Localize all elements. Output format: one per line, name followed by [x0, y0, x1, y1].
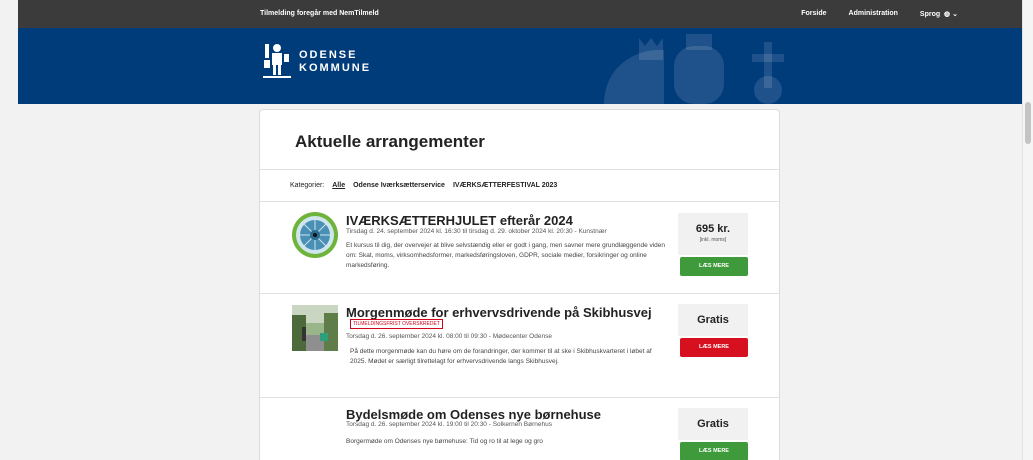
login-notice: Tilmelding foregår med NemTilmeld — [260, 10, 379, 17]
divider — [260, 397, 779, 398]
event-date: Torsdag d. 26. september 2024 kl. 08:00 … — [346, 333, 552, 340]
event-wheel-image — [292, 212, 338, 258]
nav-link-forside[interactable]: Forside — [801, 10, 826, 18]
crest-watermark-icon — [604, 34, 784, 104]
event-date: Tirsdag d. 24. september 2024 kl. 16:30 … — [346, 228, 607, 235]
categories-label: Kategorier: — [290, 182, 325, 189]
read-more-button[interactable]: LÆS MERE — [680, 338, 748, 357]
globe-icon: ◍ — [942, 11, 951, 18]
logo-text-line1: ODENSE — [299, 49, 358, 61]
event-price: Gratis — [697, 418, 729, 430]
divider — [260, 293, 779, 294]
language-selector[interactable]: Sprog ◍ ⌄ — [920, 10, 958, 18]
nav-link-administration[interactable]: Administration — [849, 10, 898, 18]
event-title[interactable]: Bydelsmøde om Odenses nye børnehuse — [346, 408, 601, 421]
divider — [260, 201, 779, 202]
category-all[interactable]: Alle — [332, 182, 345, 189]
event-title[interactable]: Morgenmøde for erhvervsdrivende på Skibh… — [346, 306, 666, 332]
event-description: Et kursus til dig, der overvejer at bliv… — [346, 242, 666, 269]
header-banner: ODENSE KOMMUNE — [18, 28, 1022, 104]
price-box: Gratis — [678, 304, 748, 336]
event-title-text: Morgenmøde for erhvervsdrivende på Skibh… — [346, 305, 652, 320]
event-description: På dette morgenmøde kan du høre om de fo… — [350, 348, 652, 365]
divider — [260, 169, 779, 170]
deadline-exceeded-badge: TILMELDINGSFRIST OVERSKREDET — [350, 319, 443, 329]
logo-text-line2: KOMMUNE — [299, 62, 372, 74]
price-box: 695 kr. [inkl. moms] — [678, 213, 748, 255]
category-odense-ivaerksaetterservice[interactable]: Odense Iværksætterservice — [353, 182, 445, 189]
scrollbar-thumb[interactable] — [1025, 102, 1031, 144]
coat-of-arms-icon — [263, 44, 291, 78]
language-label: Sprog — [919, 11, 941, 18]
page-title: Aktuelle arrangementer — [295, 132, 485, 151]
category-ivaerksaetterfestival-2023[interactable]: IVÆRKSÆTTERFESTIVAL 2023 — [453, 182, 557, 189]
category-filter: Kategorier: Alle Odense Iværksætterservi… — [290, 182, 565, 189]
read-more-button[interactable]: LÆS MERE — [680, 257, 748, 276]
event-description: Borgermøde om Odenses nye børnehuse: Tid… — [346, 438, 543, 445]
events-panel: Aktuelle arrangementer Kategorier: Alle … — [259, 109, 780, 460]
top-bar: Tilmelding foregår med NemTilmeld Forsid… — [18, 0, 1022, 28]
event-price: 695 kr. — [695, 223, 731, 235]
event-photo-image — [292, 305, 338, 351]
price-box: Gratis — [678, 408, 748, 440]
page-scrollbar[interactable] — [1022, 0, 1033, 460]
event-vat-note: [inkl. moms] — [699, 237, 727, 243]
event-title[interactable]: IVÆRKSÆTTERHJULET efterår 2024 — [346, 214, 573, 227]
event-price: Gratis — [697, 314, 729, 326]
odense-kommune-logo[interactable]: ODENSE KOMMUNE — [263, 42, 371, 82]
read-more-button[interactable]: LÆS MERE — [680, 442, 748, 460]
chevron-down-icon: ⌄ — [952, 11, 958, 18]
event-date: Torsdag d. 26. september 2024 kl. 19:00 … — [346, 421, 552, 428]
